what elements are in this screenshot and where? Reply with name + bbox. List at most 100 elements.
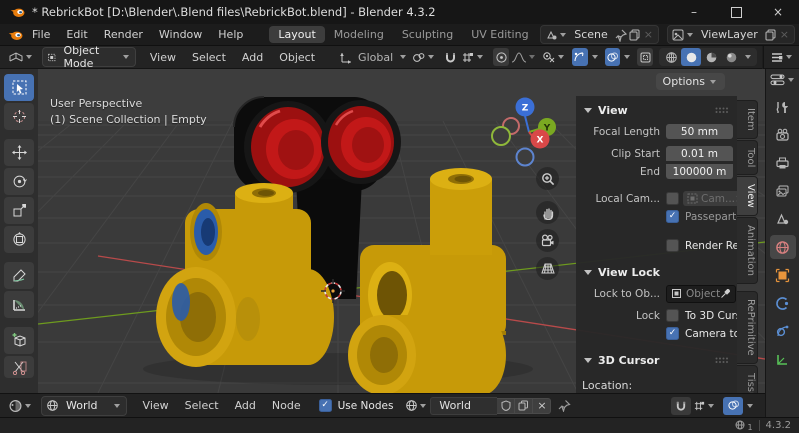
gizmo-neg-y[interactable] [492,127,510,145]
menu-file[interactable]: File [24,28,58,41]
clip-end-field[interactable]: 100000 m [666,164,733,179]
use-nodes-checkbox[interactable]: ✓ [319,399,332,412]
workspace-tab-layout[interactable]: Layout [269,26,324,43]
add-menu[interactable]: Add [234,51,271,64]
workspace-tab-uv-editing[interactable]: UV Editing [462,26,532,43]
sidebar-tab-view[interactable]: View [737,176,758,216]
overlays-toggle[interactable] [605,48,621,66]
sidebar-tab-animation[interactable]: Animation [737,217,758,284]
pivot-point-dropdown[interactable] [410,49,438,66]
blender-menu-icon[interactable] [8,29,24,41]
gizmo-dropdown[interactable] [588,49,602,66]
proportional-falloff-dropdown[interactable] [509,49,539,66]
shading-material-button[interactable] [701,48,721,66]
drag-handle-icon[interactable] [715,357,729,364]
menu-edit[interactable]: Edit [58,28,95,41]
shading-solid-button[interactable] [681,48,701,66]
tool-cut[interactable] [4,356,34,378]
drag-handle-icon[interactable] [715,107,729,114]
options-dropdown[interactable]: Options [656,73,725,90]
focal-length-field[interactable]: 50 mm [666,124,733,139]
outliner-filter-button[interactable] [768,49,796,66]
tool-move[interactable] [4,139,34,166]
workspace-tab-modeling[interactable]: Modeling [325,26,393,43]
tool-transform[interactable] [4,226,34,253]
properties-tab-object[interactable] [770,263,796,287]
xray-toggle[interactable] [637,48,653,66]
object-menu[interactable]: Object [271,51,323,64]
snap-settings-dropdown[interactable] [459,49,487,66]
shader-overlays-dropdown[interactable] [743,397,757,414]
shader-view-menu[interactable]: View [135,399,177,412]
properties-editor-type-button[interactable] [770,73,796,87]
properties-tab-output[interactable] [770,151,796,175]
transform-orientation-dropdown[interactable]: Global [337,49,410,66]
shader-snap-toggle[interactable] [671,397,691,415]
tool-annotate[interactable] [4,262,34,289]
tool-scale[interactable] [4,197,34,224]
to-3d-cursor-checkbox[interactable] [666,309,679,322]
tool-measure[interactable] [4,291,34,318]
shading-dropdown[interactable] [741,49,755,66]
world-name-field[interactable]: World [430,397,497,415]
properties-tab-world[interactable] [770,235,796,259]
editor-type-button[interactable] [6,49,36,66]
world-browse-button[interactable] [403,397,430,414]
shader-add-menu[interactable]: Add [227,399,264,412]
delete-viewlayer-icon[interactable]: × [778,26,791,43]
menu-render[interactable]: Render [96,28,151,41]
properties-tab-render[interactable] [770,123,796,147]
sidebar-tab-reprimitive[interactable]: RePrimitive [737,291,758,364]
shader-snap-dropdown[interactable] [691,397,718,414]
scene-selector[interactable]: Scene × [540,25,659,44]
pin-icon[interactable] [614,28,628,42]
camera-to-view-checkbox[interactable]: ✓ [666,327,679,340]
clip-start-field[interactable]: 0.01 m [666,146,733,161]
tool-add-cube[interactable] [4,327,34,354]
properties-tab-data[interactable] [770,347,796,371]
cursor-panel-header[interactable]: 3D Cursor [582,352,733,369]
view-menu[interactable]: View [142,51,184,64]
object-visibility-dropdown[interactable] [539,49,568,66]
view-panel-header[interactable]: View [582,102,733,119]
gizmo-toggle[interactable] [572,48,588,66]
shader-node-menu[interactable]: Node [264,399,309,412]
overlays-dropdown[interactable] [620,49,634,66]
snap-toggle[interactable] [442,49,459,66]
maximize-button[interactable] [715,0,757,24]
shader-select-menu[interactable]: Select [177,399,227,412]
copy-datablock-button[interactable] [515,398,533,414]
shading-wireframe-button[interactable] [661,48,681,66]
shading-rendered-button[interactable] [721,48,741,66]
mode-dropdown[interactable]: Object Mode [42,47,136,67]
menu-window[interactable]: Window [151,28,210,41]
eyedropper-icon[interactable] [720,288,731,299]
camera-view-button[interactable] [536,229,559,252]
passepartout-checkbox[interactable]: ✓ [666,210,679,223]
minimize-button[interactable]: – [673,0,715,24]
tool-cursor[interactable] [4,103,34,130]
unlink-datablock-button[interactable]: × [533,398,551,414]
gizmo-neg-z[interactable] [517,149,534,166]
zoom-button[interactable] [536,167,559,190]
properties-tab-scene[interactable] [770,207,796,231]
delete-scene-icon[interactable]: × [642,26,655,43]
viewport-3d[interactable]: Z Y X User Perspective (1) Scene Collect… [38,69,765,393]
viewlayer-selector[interactable]: ViewLayer × [667,25,795,44]
properties-tab-physics[interactable] [770,319,796,343]
shader-overlays-toggle[interactable] [723,397,743,415]
use-nodes-toggle[interactable]: ✓ Use Nodes [319,399,394,412]
lock-to-object-field[interactable]: Object [666,285,736,303]
shader-type-dropdown[interactable]: World [41,396,127,416]
proportional-edit-toggle[interactable] [493,48,509,66]
sidebar-tab-tissue[interactable]: Tissue [737,365,758,393]
fake-user-button[interactable] [497,398,515,414]
sidebar-tab-tool[interactable]: Tool [737,140,758,175]
tool-rotate[interactable] [4,168,34,195]
properties-tab-constraints[interactable] [770,291,796,315]
properties-tab-tool[interactable] [770,95,796,119]
workspace-tab-sculpting[interactable]: Sculpting [393,26,462,43]
tool-select-box[interactable] [4,74,34,101]
select-menu[interactable]: Select [184,51,234,64]
sidebar-tab-item[interactable]: Item [737,100,758,139]
